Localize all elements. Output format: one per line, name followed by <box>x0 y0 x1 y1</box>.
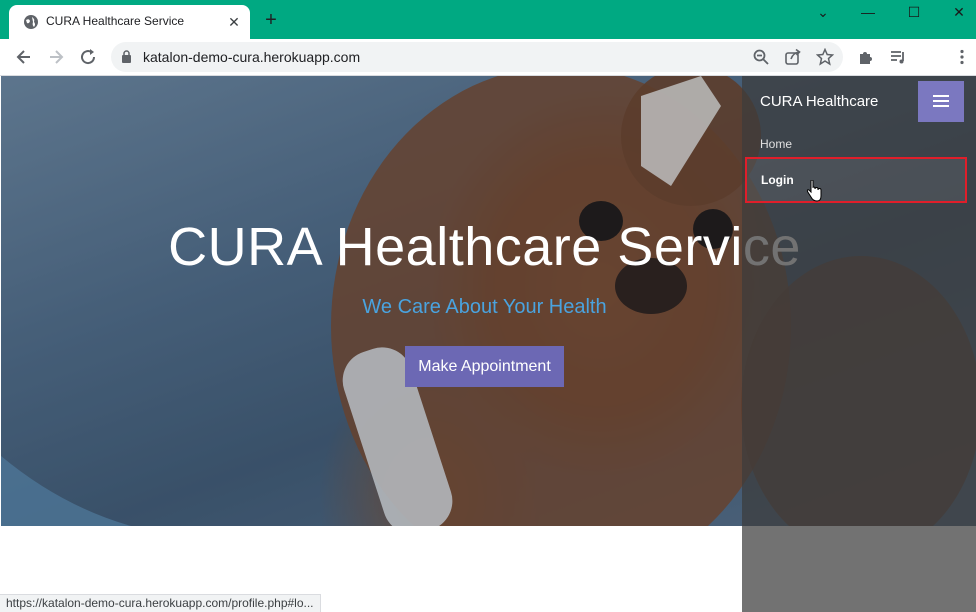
new-tab-button[interactable]: + <box>262 10 280 30</box>
maximize-button[interactable]: ☐ <box>891 0 937 26</box>
hamburger-icon <box>933 95 949 97</box>
url-text: katalon-demo-cura.herokuapp.com <box>143 49 361 65</box>
sidebar-item-home[interactable]: Home <box>760 137 792 151</box>
reload-icon[interactable] <box>78 47 98 67</box>
minimize-button[interactable]: — <box>845 0 891 26</box>
forward-icon[interactable] <box>46 47 66 67</box>
share-icon[interactable] <box>784 48 802 66</box>
tab-search-icon[interactable]: ⌄ <box>800 0 846 26</box>
tab-close-icon[interactable]: ✕ <box>226 14 242 30</box>
zoom-icon[interactable] <box>752 48 770 66</box>
star-icon[interactable] <box>816 48 834 66</box>
browser-toolbar: katalon-demo-cura.herokuapp.com <box>0 39 976 76</box>
menu-toggle-button[interactable] <box>918 81 964 122</box>
media-icon[interactable] <box>889 48 907 66</box>
address-bar[interactable]: katalon-demo-cura.herokuapp.com <box>111 42 843 72</box>
extensions-icon[interactable] <box>857 48 875 66</box>
sidebar-menu: CURA Healthcare Home Login <box>742 76 976 612</box>
make-appointment-button[interactable]: Make Appointment <box>405 346 564 387</box>
sidebar-item-login-label: Login <box>761 173 794 187</box>
sidebar-item-login[interactable]: Login <box>745 157 967 203</box>
kebab-menu-icon[interactable] <box>953 48 971 66</box>
tab-title: CURA Healthcare Service <box>46 14 185 28</box>
globe-icon <box>24 15 38 29</box>
status-bar: https://katalon-demo-cura.herokuapp.com/… <box>0 594 321 612</box>
sidebar-brand[interactable]: CURA Healthcare <box>760 93 878 110</box>
browser-titlebar: CURA Healthcare Service ✕ + ⌄ — ☐ ✕ <box>0 0 976 39</box>
back-icon[interactable] <box>14 47 34 67</box>
lock-icon <box>122 50 131 63</box>
page-viewport: CURA Healthcare Service We Care About Yo… <box>1 76 976 612</box>
close-window-button[interactable]: ✕ <box>936 0 976 26</box>
pointer-cursor-icon <box>806 180 822 202</box>
browser-tab[interactable]: CURA Healthcare Service ✕ <box>9 5 250 39</box>
